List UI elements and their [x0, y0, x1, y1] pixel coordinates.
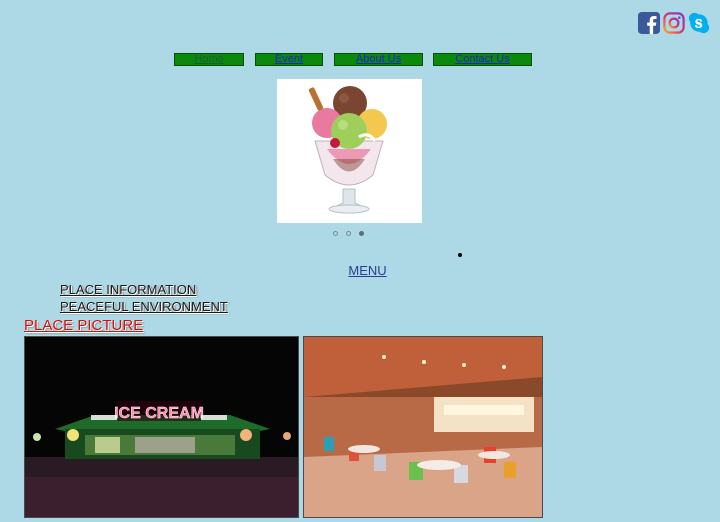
- ice-cream-sundae-image: [277, 79, 422, 223]
- place-picture-heading: PLACE PICTURE: [24, 317, 144, 334]
- peaceful-environment-link[interactable]: PEACEFUL ENVIRONMENT: [60, 298, 228, 315]
- shop-exterior-photo: ICE CREAM: [24, 336, 299, 518]
- carousel-dot-3[interactable]: [359, 231, 364, 236]
- carousel-dot-2[interactable]: [346, 231, 351, 236]
- carousel-dots: [333, 231, 364, 236]
- page: Home Event About Us Contact Us MENU PLAC…: [0, 0, 720, 522]
- info-list: PLACE INFORMATION PEACEFUL ENVIRONMENT: [60, 281, 228, 315]
- ice-cream-sign: ICE CREAM: [114, 405, 204, 422]
- social-icons: [638, 12, 710, 34]
- skype-icon[interactable]: [688, 12, 710, 34]
- carousel-dot-1[interactable]: [333, 231, 338, 236]
- nav-home-link[interactable]: Home: [174, 53, 244, 66]
- shop-interior-photo: [303, 336, 543, 518]
- place-information-link[interactable]: PLACE INFORMATION: [60, 281, 228, 298]
- carousel-image: [277, 79, 422, 223]
- main-nav: Home Event About Us Contact Us: [0, 53, 720, 66]
- bullet-dot: [458, 253, 462, 257]
- facebook-icon[interactable]: [638, 12, 660, 34]
- menu-link[interactable]: MENU: [0, 263, 720, 278]
- nav-contact-us-link[interactable]: Contact Us: [433, 53, 532, 66]
- nav-about-us-link[interactable]: About Us: [334, 53, 423, 66]
- nav-event-link[interactable]: Event: [255, 53, 323, 66]
- instagram-icon[interactable]: [663, 12, 685, 34]
